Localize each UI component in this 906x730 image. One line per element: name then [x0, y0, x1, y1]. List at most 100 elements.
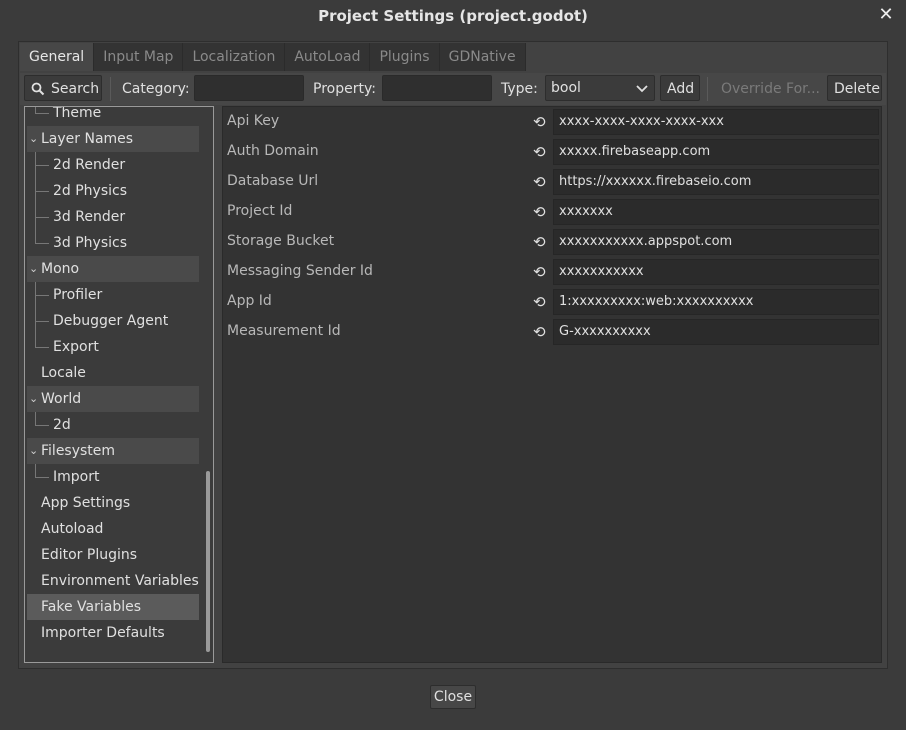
- tree-guide-line: [35, 321, 49, 322]
- tree-item-label: 3d Physics: [53, 235, 128, 251]
- type-select[interactable]: bool: [545, 75, 655, 101]
- property-name: Measurement Id: [227, 323, 341, 339]
- property-row: App Id ⟲ 1:xxxxxxxxx:web:xxxxxxxxxx: [223, 287, 881, 317]
- tree-item-2d[interactable]: 2d: [27, 412, 199, 438]
- search-button[interactable]: Search: [24, 75, 102, 101]
- property-value-field[interactable]: xxxx-xxxx-xxxx-xxxx-xxx: [553, 109, 879, 135]
- tree-guide-line: [35, 464, 49, 478]
- type-select-value: bool: [551, 80, 581, 96]
- close-button[interactable]: Close: [430, 685, 476, 709]
- delete-button[interactable]: Delete: [827, 75, 882, 101]
- tree-item-editor-plugins[interactable]: Editor Plugins: [27, 542, 199, 568]
- tree-item-3d-render[interactable]: 3d Render: [27, 204, 199, 230]
- tree-item-label: App Settings: [41, 495, 131, 511]
- tree-item-filesystem[interactable]: ⌄ Filesystem: [27, 438, 199, 464]
- tree-guide-line: [35, 412, 49, 426]
- tree-item-label: Environment Variables: [41, 573, 199, 589]
- property-row: Auth Domain ⟲ xxxxx.firebaseapp.com: [223, 137, 881, 167]
- revert-icon[interactable]: ⟲: [533, 293, 546, 311]
- close-icon[interactable]: ✕: [876, 4, 896, 25]
- property-value-field[interactable]: https://xxxxxx.firebaseio.com: [553, 169, 879, 195]
- toolbar-separator: [707, 77, 708, 101]
- tree-item-mono[interactable]: ⌄ Mono: [27, 256, 199, 282]
- chevron-down-icon[interactable]: ⌄: [29, 386, 38, 412]
- tree-item-label: Fake Variables: [41, 599, 141, 615]
- category-input[interactable]: [194, 75, 304, 101]
- tree-item-debugger-agent[interactable]: Debugger Agent: [27, 308, 199, 334]
- tree-item-label: Layer Names: [41, 131, 134, 147]
- chevron-down-icon[interactable]: ⌄: [29, 438, 38, 464]
- property-label: Property:: [313, 81, 376, 97]
- property-value-field[interactable]: xxxxxxxxxxx: [553, 259, 879, 285]
- tree-item-autoload[interactable]: Autoload: [27, 516, 199, 542]
- property-list: Api Key ⟲ xxxx-xxxx-xxxx-xxxx-xxx Auth Doma…: [222, 106, 882, 663]
- chevron-down-icon[interactable]: ⌄: [29, 126, 38, 152]
- tree-guide-line: [35, 165, 49, 166]
- title-bar: Project Settings (project.godot) ✕: [0, 0, 906, 34]
- tab-autoload[interactable]: AutoLoad: [285, 43, 371, 71]
- tab-plugins[interactable]: Plugins: [370, 43, 440, 71]
- tree-item-label: Theme: [53, 106, 102, 121]
- property-value-field[interactable]: xxxxx.firebaseapp.com: [553, 139, 879, 165]
- property-name: Storage Bucket: [227, 233, 335, 249]
- tab-gdnative[interactable]: GDNative: [439, 43, 526, 71]
- tree-guide-line: [35, 334, 49, 348]
- tree-item-profiler[interactable]: Profiler: [27, 282, 199, 308]
- search-label: Search: [51, 81, 100, 97]
- tree-item-label: Debugger Agent: [53, 313, 169, 329]
- revert-icon[interactable]: ⟲: [533, 113, 546, 131]
- tree-item-import[interactable]: Import: [27, 464, 199, 490]
- tree-guide-line: [35, 425, 49, 426]
- tree-guide-line: [35, 347, 49, 348]
- override-for-button[interactable]: Override For...: [721, 81, 820, 97]
- tree-item-locale[interactable]: Locale: [27, 360, 199, 386]
- tab-general[interactable]: General: [20, 43, 95, 71]
- tree-item-label: Autoload: [41, 521, 104, 537]
- project-settings-window: Project Settings (project.godot) ✕ Gener…: [0, 0, 906, 730]
- tab-localization[interactable]: Localization: [183, 43, 286, 71]
- revert-icon[interactable]: ⟲: [533, 263, 546, 281]
- tree-item-label: Export: [53, 339, 99, 355]
- search-icon: [31, 82, 45, 96]
- tree-item-importer-defaults[interactable]: Importer Defaults: [27, 620, 199, 646]
- property-value-field[interactable]: G-xxxxxxxxxx: [553, 319, 879, 345]
- tree-item-layer-names[interactable]: ⌄ Layer Names: [27, 126, 199, 152]
- settings-toolbar: Search Category: Property: Type: bool Ad…: [20, 73, 886, 105]
- tree-guide-line: [35, 243, 49, 244]
- chevron-down-icon[interactable]: ⌄: [29, 256, 38, 282]
- tree-item-2d-render[interactable]: 2d Render: [27, 152, 199, 178]
- tab-bar: General Input Map Localization AutoLoad …: [20, 43, 526, 71]
- tree-item-theme[interactable]: Theme: [27, 106, 199, 126]
- tree-item-world[interactable]: ⌄ World: [27, 386, 199, 412]
- section-tree: Theme ⌄ Layer Names 2d Render 2d Physics 3d R…: [24, 106, 214, 663]
- add-button[interactable]: Add: [660, 75, 700, 101]
- property-row: Api Key ⟲ xxxx-xxxx-xxxx-xxxx-xxx: [223, 107, 881, 137]
- tree-item-3d-physics[interactable]: 3d Physics: [27, 230, 199, 256]
- tree-item-2d-physics[interactable]: 2d Physics: [27, 178, 199, 204]
- property-name: Project Id: [227, 203, 293, 219]
- tab-input-map[interactable]: Input Map: [94, 43, 184, 71]
- property-input[interactable]: [382, 75, 492, 101]
- tree-item-environment-variables[interactable]: Environment Variables: [27, 568, 199, 594]
- property-name: Messaging Sender Id: [227, 263, 373, 279]
- property-value-field[interactable]: 1:xxxxxxxxx:web:xxxxxxxxxx: [553, 289, 879, 315]
- tree-guide-line: [35, 191, 49, 192]
- tree-scrollbar[interactable]: [206, 471, 210, 652]
- property-value-field[interactable]: xxxxxxxxxxx.appspot.com: [553, 229, 879, 255]
- tree-item-label: 2d: [53, 417, 71, 433]
- tree-item-label: Filesystem: [41, 443, 116, 459]
- revert-icon[interactable]: ⟲: [533, 143, 546, 161]
- tree-item-export[interactable]: Export: [27, 334, 199, 360]
- property-row: Database Url ⟲ https://xxxxxx.firebaseio.c…: [223, 167, 881, 197]
- revert-icon[interactable]: ⟲: [533, 203, 546, 221]
- tree-guide-line: [35, 295, 49, 296]
- tree-item-app-settings[interactable]: App Settings: [27, 490, 199, 516]
- revert-icon[interactable]: ⟲: [533, 323, 546, 341]
- property-row: Project Id ⟲ xxxxxxx: [223, 197, 881, 227]
- tree-item-fake-variables[interactable]: Fake Variables: [27, 594, 199, 620]
- property-value-field[interactable]: xxxxxxx: [553, 199, 879, 225]
- tree-item-label: Profiler: [53, 287, 103, 303]
- revert-icon[interactable]: ⟲: [533, 233, 546, 251]
- tree-item-label: Locale: [41, 365, 86, 381]
- revert-icon[interactable]: ⟲: [533, 173, 546, 191]
